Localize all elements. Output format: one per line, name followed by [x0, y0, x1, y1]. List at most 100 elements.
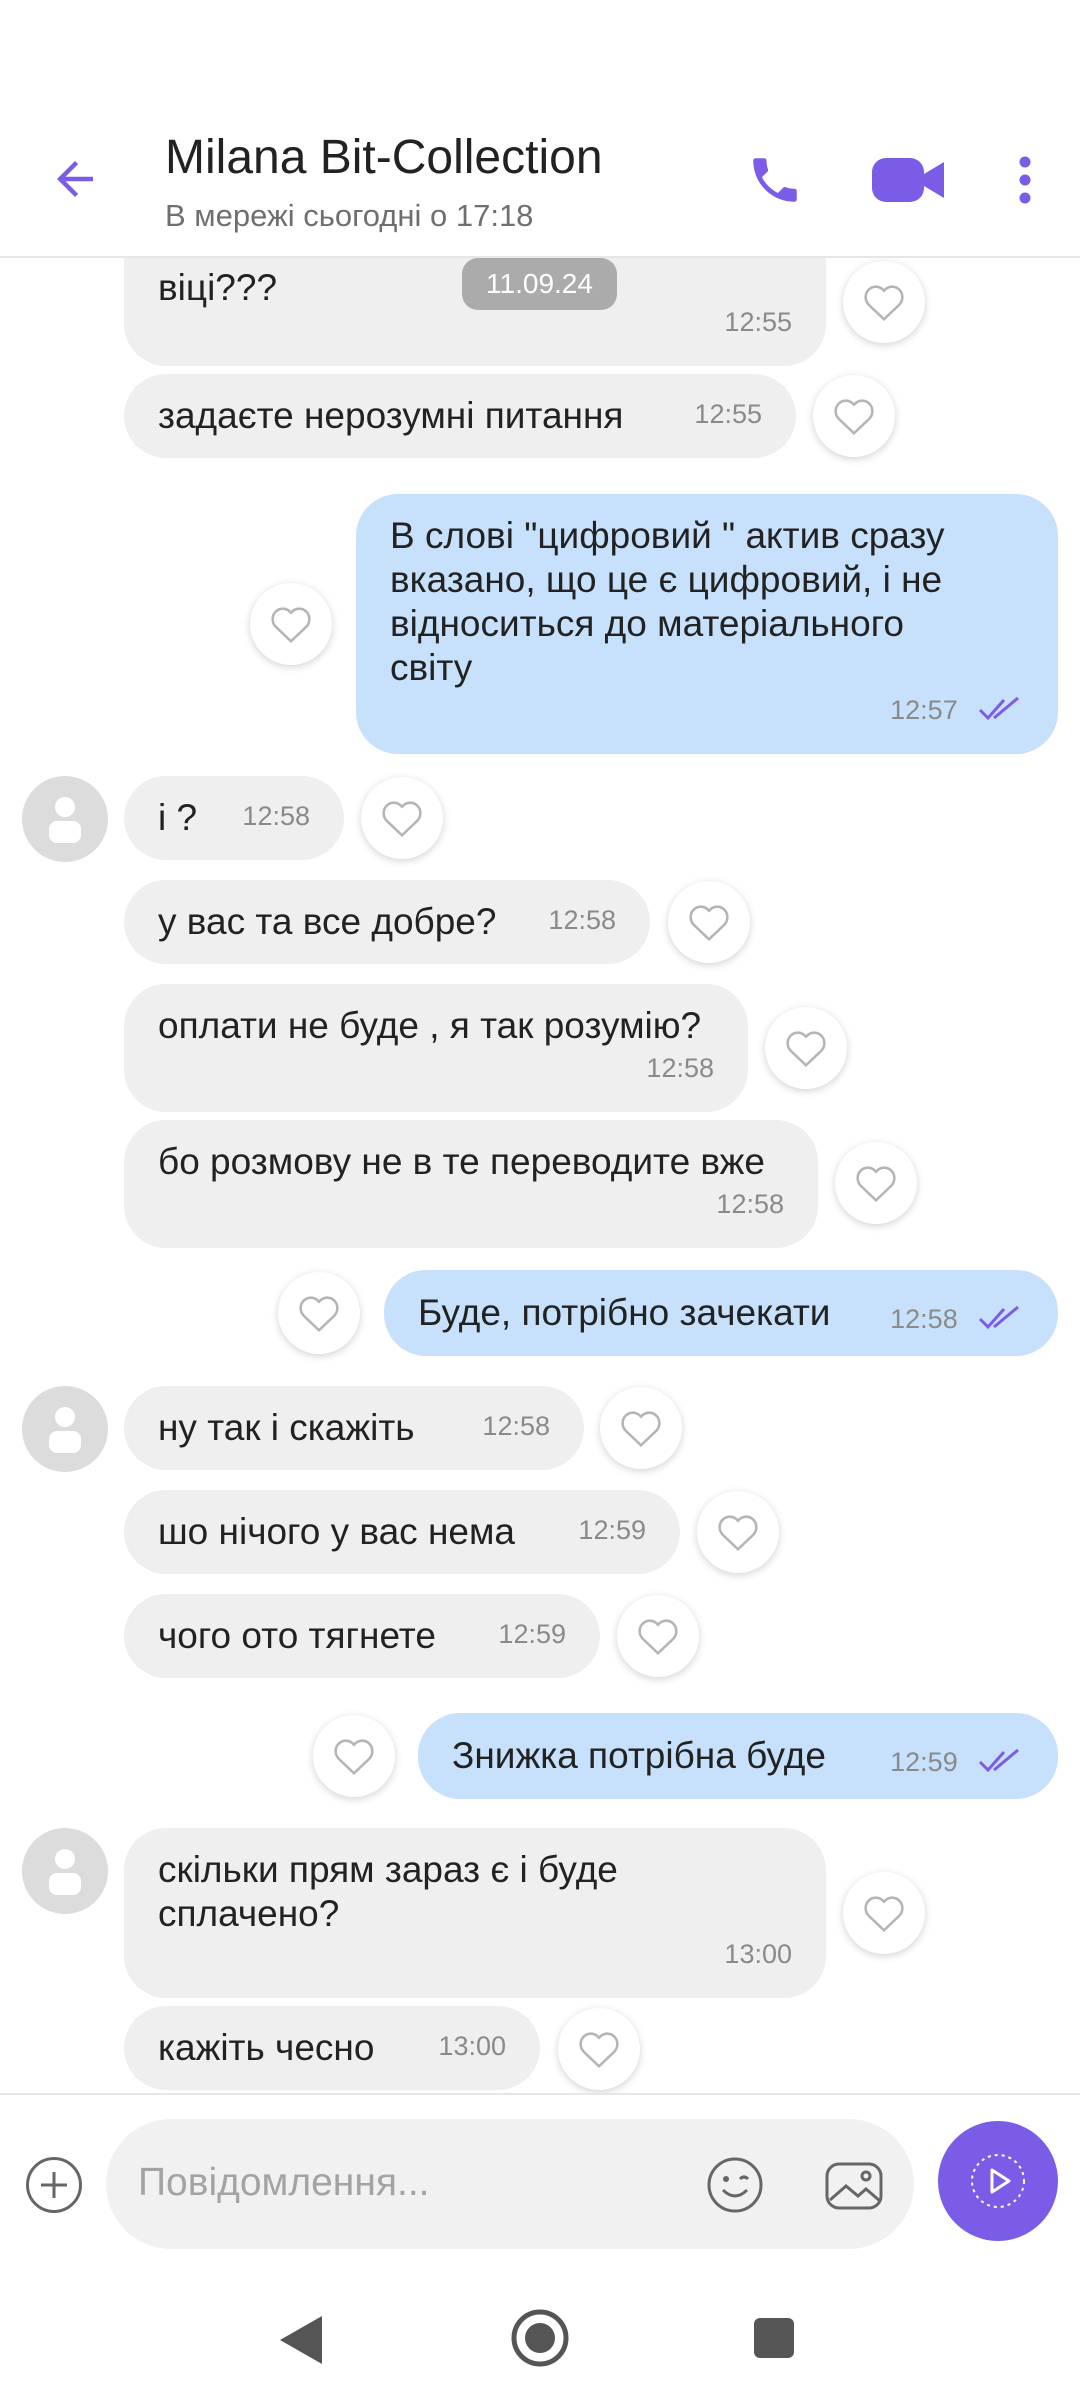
phone-icon: [753, 158, 797, 202]
message-text: Буде, потрібно зачекати: [418, 1292, 831, 1333]
message-text-line: В слові "цифровий " актив сразу: [390, 515, 945, 556]
back-arrow-icon: [57, 161, 93, 197]
heart-icon: [638, 1619, 678, 1656]
chat-header: Milana Bit-Collection В мережі сьогодні …: [0, 0, 1080, 258]
incoming-message[interactable]: кажіть чесно 13:00: [124, 2006, 540, 2090]
outgoing-message[interactable]: В слові "цифровий " актив сразу вказано,…: [356, 494, 1058, 754]
message-time: 12:58: [482, 1411, 550, 1441]
message-list[interactable]: віці??? 12:55 11.09.24 задаєте нерозумні…: [0, 258, 1080, 2093]
heart-icon: [271, 607, 311, 644]
message-text: бо розмову не в те переводите вже: [158, 1141, 765, 1182]
message-composer: Повідомлення...: [0, 2093, 1080, 2258]
nav-recents-icon[interactable]: [752, 2316, 796, 2360]
outgoing-message[interactable]: Знижка потрібна буде 12:59: [418, 1713, 1058, 1799]
read-ticks-icon: [978, 1306, 1019, 1330]
read-ticks-icon: [978, 697, 1019, 721]
message-time: 12:58: [548, 905, 616, 935]
back-button[interactable]: [40, 144, 110, 214]
nav-back-icon[interactable]: [278, 2314, 324, 2366]
person-icon: [49, 797, 81, 843]
like-button[interactable]: [697, 1491, 779, 1573]
emoji-icon[interactable]: [706, 2156, 764, 2214]
person-icon: [49, 1407, 81, 1453]
heart-icon: [579, 2032, 619, 2069]
message-text: кажіть чесно: [158, 2027, 375, 2068]
voice-send-button[interactable]: [938, 2121, 1058, 2241]
send-icon: [971, 2154, 1025, 2208]
contact-status: В мережі сьогодні о 17:18: [165, 198, 534, 233]
more-vert-icon: [1019, 156, 1031, 204]
like-button[interactable]: [250, 583, 332, 665]
like-button[interactable]: [843, 1872, 925, 1954]
message-time: 12:55: [694, 399, 762, 429]
like-button[interactable]: [558, 2008, 640, 2090]
message-text: шо нічого у вас нема: [158, 1511, 515, 1552]
message-time: 12:59: [578, 1515, 646, 1545]
message-text-line: сплачено?: [158, 1893, 340, 1934]
contact-name[interactable]: Milana Bit-Collection: [165, 130, 603, 185]
message-text: ну так і скажіть: [158, 1407, 415, 1448]
message-time: 12:58: [890, 1304, 958, 1334]
heart-icon: [299, 1296, 339, 1333]
heart-icon: [856, 1166, 896, 1203]
more-options-button[interactable]: [1000, 145, 1050, 215]
like-button[interactable]: [765, 1007, 847, 1089]
like-button[interactable]: [835, 1142, 917, 1224]
message-input[interactable]: Повідомлення...: [106, 2119, 914, 2249]
heart-icon: [382, 801, 422, 838]
message-text-line: відноситься до матеріального: [390, 603, 904, 644]
message-text-line: скільки прям зараз є і буде: [158, 1849, 618, 1890]
message-text: оплати не буде , я так розумію?: [158, 1005, 702, 1046]
message-time: 12:59: [890, 1747, 958, 1777]
like-button[interactable]: [668, 881, 750, 963]
person-icon: [49, 1849, 81, 1895]
message-text: чого ото тягнете: [158, 1615, 436, 1656]
incoming-message[interactable]: скільки прям зараз є і буде сплачено? 13…: [124, 1828, 826, 1998]
avatar[interactable]: [22, 1828, 108, 1914]
add-icon: [41, 2172, 67, 2198]
heart-icon: [864, 1896, 904, 1933]
message-text: у вас та все добре?: [158, 901, 497, 942]
message-time: 13:00: [724, 1939, 792, 1969]
heart-icon: [718, 1515, 758, 1552]
like-button[interactable]: [313, 1715, 395, 1797]
like-button[interactable]: [813, 375, 895, 457]
message-text: і ?: [158, 797, 198, 838]
date-separator: 11.09.24: [462, 258, 617, 310]
heart-icon: [621, 1411, 661, 1448]
outgoing-message[interactable]: Буде, потрібно зачекати 12:58: [384, 1270, 1058, 1356]
incoming-message[interactable]: у вас та все добре? 12:58: [124, 880, 650, 964]
like-button[interactable]: [600, 1387, 682, 1469]
video-call-button[interactable]: [868, 145, 948, 215]
heart-icon: [334, 1739, 374, 1776]
incoming-message[interactable]: ну так і скажіть 12:58: [124, 1386, 584, 1470]
incoming-message[interactable]: чого ото тягнете 12:59: [124, 1594, 600, 1678]
message-time: 12:59: [498, 1619, 566, 1649]
message-time: 12:57: [890, 695, 958, 725]
incoming-message[interactable]: бо розмову не в те переводите вже 12:58: [124, 1120, 818, 1248]
incoming-message[interactable]: шо нічого у вас нема 12:59: [124, 1490, 680, 1574]
message-time: 12:58: [716, 1189, 784, 1219]
like-button[interactable]: [361, 777, 443, 859]
heart-icon: [786, 1031, 826, 1068]
incoming-message[interactable]: задаєте нерозумні питання 12:55: [124, 374, 796, 458]
message-time: 13:00: [438, 2031, 506, 2061]
incoming-message[interactable]: оплати не буде , я так розумію? 12:58: [124, 984, 748, 1112]
like-button[interactable]: [843, 261, 925, 343]
nav-home-icon[interactable]: [510, 2308, 570, 2368]
like-button[interactable]: [278, 1272, 360, 1354]
heart-icon: [689, 905, 729, 942]
avatar[interactable]: [22, 1386, 108, 1472]
message-time: 12:58: [646, 1053, 714, 1083]
incoming-message[interactable]: і ? 12:58: [124, 776, 344, 860]
message-time: 12:55: [724, 307, 792, 337]
attach-button[interactable]: [26, 2157, 82, 2213]
call-button[interactable]: [740, 145, 810, 215]
gallery-icon[interactable]: [824, 2156, 884, 2214]
message-input-placeholder: Повідомлення...: [138, 2161, 430, 2204]
message-text-line: вказано, що це є цифровий, і не: [390, 559, 943, 600]
avatar[interactable]: [22, 776, 108, 862]
message-text: задаєте нерозумні питання: [158, 395, 624, 436]
heart-icon: [834, 399, 874, 436]
like-button[interactable]: [617, 1595, 699, 1677]
